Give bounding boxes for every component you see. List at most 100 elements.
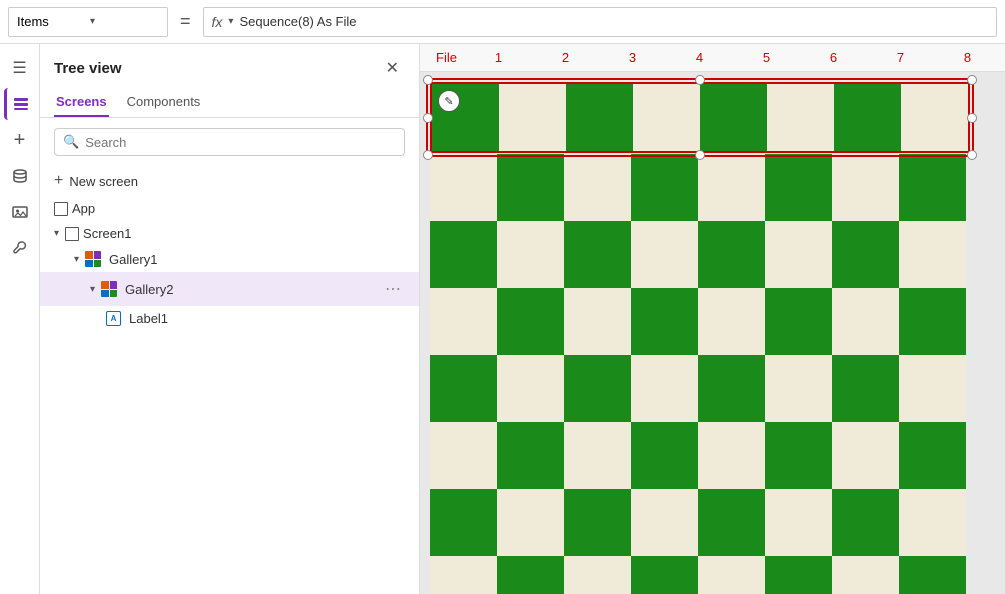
gallery1-chevron: ▾ bbox=[74, 254, 79, 265]
dropdown-label: Items bbox=[17, 14, 86, 29]
gallery-cell-7[interactable] bbox=[834, 84, 901, 151]
close-button[interactable]: ✕ bbox=[380, 56, 405, 80]
screen1-label: Screen1 bbox=[83, 226, 405, 241]
checker-cell bbox=[899, 221, 966, 288]
checker-cell bbox=[899, 556, 966, 594]
canvas-area[interactable]: File 1 2 3 4 5 6 7 8 ✎ bbox=[420, 44, 1005, 594]
gallery-strip[interactable]: ✎ bbox=[430, 82, 970, 153]
checker-cell bbox=[497, 422, 564, 489]
tab-screens[interactable]: Screens bbox=[54, 88, 109, 117]
gallery-cell-5[interactable] bbox=[700, 84, 767, 151]
gallery-cell-1[interactable]: ✎ bbox=[432, 84, 499, 151]
layers-icon-btn[interactable] bbox=[4, 88, 36, 120]
gallery-cell-3[interactable] bbox=[566, 84, 633, 151]
edit-icon[interactable]: ✎ bbox=[438, 90, 460, 112]
checker-cell bbox=[899, 355, 966, 422]
checker-cell bbox=[430, 556, 497, 594]
formula-text: Sequence(8) As File bbox=[239, 14, 356, 29]
checker-cell bbox=[564, 221, 631, 288]
checker-cell bbox=[564, 355, 631, 422]
checker-cell bbox=[765, 221, 832, 288]
col-5: 5 bbox=[733, 50, 800, 65]
checker-cell bbox=[631, 221, 698, 288]
add-icon-btn[interactable]: + bbox=[4, 124, 36, 156]
database-icon bbox=[12, 168, 28, 184]
gallery2-more-button[interactable]: ⋯ bbox=[381, 277, 405, 301]
label1-label: Label1 bbox=[129, 311, 405, 326]
ruler-row: File 1 2 3 4 5 6 7 8 bbox=[420, 44, 1005, 72]
checker-cell bbox=[564, 556, 631, 594]
checker-cell bbox=[765, 489, 832, 556]
checker-cell bbox=[564, 422, 631, 489]
checker-cell bbox=[497, 288, 564, 355]
new-screen-button[interactable]: + New screen bbox=[40, 166, 419, 196]
checker-cell bbox=[430, 288, 497, 355]
checker-cell bbox=[631, 489, 698, 556]
checker-cell bbox=[698, 288, 765, 355]
col-7: 7 bbox=[867, 50, 934, 65]
gallery-cell-8[interactable] bbox=[901, 84, 968, 151]
checker-cell bbox=[497, 154, 564, 221]
new-screen-label: New screen bbox=[69, 174, 138, 189]
dropdown-arrow-icon: ▾ bbox=[90, 16, 159, 27]
layers-icon bbox=[12, 95, 30, 113]
gallery1-label: Gallery1 bbox=[109, 252, 405, 267]
database-icon-btn[interactable] bbox=[4, 160, 36, 192]
search-box: 🔍 bbox=[54, 128, 405, 156]
checker-cell bbox=[564, 489, 631, 556]
app-icon bbox=[54, 202, 68, 216]
checker-cell bbox=[698, 154, 765, 221]
checker-cell bbox=[832, 288, 899, 355]
plus-icon: + bbox=[54, 172, 63, 190]
tree-item-gallery1[interactable]: ▾ Gallery1 bbox=[40, 246, 419, 272]
checker-cell bbox=[564, 288, 631, 355]
col-6: 6 bbox=[800, 50, 867, 65]
checker-cell bbox=[832, 422, 899, 489]
checker-cell bbox=[899, 489, 966, 556]
checker-cell bbox=[832, 221, 899, 288]
search-input[interactable] bbox=[85, 135, 396, 150]
file-menu[interactable]: File bbox=[420, 50, 465, 65]
gallery-cell-2[interactable] bbox=[499, 84, 566, 151]
hamburger-icon-btn[interactable]: ☰ bbox=[4, 52, 36, 84]
tree-tabs: Screens Components bbox=[40, 88, 419, 118]
formula-bar[interactable]: fx ▾ Sequence(8) As File bbox=[203, 7, 997, 37]
equals-sign: = bbox=[176, 11, 195, 32]
tree-items: App ▾ Screen1 ▾ Gallery1 ▾ bbox=[40, 196, 419, 594]
media-icon-btn[interactable] bbox=[4, 196, 36, 228]
checker-cell bbox=[765, 355, 832, 422]
checker-cell bbox=[832, 355, 899, 422]
checker-cell bbox=[832, 489, 899, 556]
checker-cell bbox=[765, 154, 832, 221]
checker-cell bbox=[832, 154, 899, 221]
col-1: 1 bbox=[465, 50, 532, 65]
tree-item-gallery2[interactable]: ▾ Gallery2 ⋯ bbox=[40, 272, 419, 306]
checker-cell bbox=[765, 556, 832, 594]
col-2: 2 bbox=[532, 50, 599, 65]
checker-cell bbox=[430, 154, 497, 221]
checker-cell bbox=[430, 355, 497, 422]
checker-cell bbox=[698, 556, 765, 594]
tree-item-app[interactable]: App bbox=[40, 196, 419, 221]
checker-cell bbox=[430, 221, 497, 288]
app-label: App bbox=[72, 201, 405, 216]
wrench-icon-btn[interactable] bbox=[4, 232, 36, 264]
gallery-cell-6[interactable] bbox=[767, 84, 834, 151]
checker-cell bbox=[497, 355, 564, 422]
checker-cell bbox=[564, 154, 631, 221]
col-3: 3 bbox=[599, 50, 666, 65]
checker-cell bbox=[631, 288, 698, 355]
checker-cell bbox=[497, 221, 564, 288]
gallery1-icon bbox=[85, 251, 101, 267]
items-dropdown[interactable]: Items ▾ bbox=[8, 7, 168, 37]
fx-label: fx bbox=[212, 14, 223, 30]
tree-item-label1[interactable]: A Label1 bbox=[40, 306, 419, 331]
checker-cell bbox=[430, 489, 497, 556]
checker-cell bbox=[698, 355, 765, 422]
gallery2-label: Gallery2 bbox=[125, 282, 377, 297]
gallery-cell-4[interactable] bbox=[633, 84, 700, 151]
checker-cell bbox=[899, 422, 966, 489]
search-icon: 🔍 bbox=[63, 134, 79, 150]
tab-components[interactable]: Components bbox=[125, 88, 203, 117]
tree-item-screen1[interactable]: ▾ Screen1 bbox=[40, 221, 419, 246]
